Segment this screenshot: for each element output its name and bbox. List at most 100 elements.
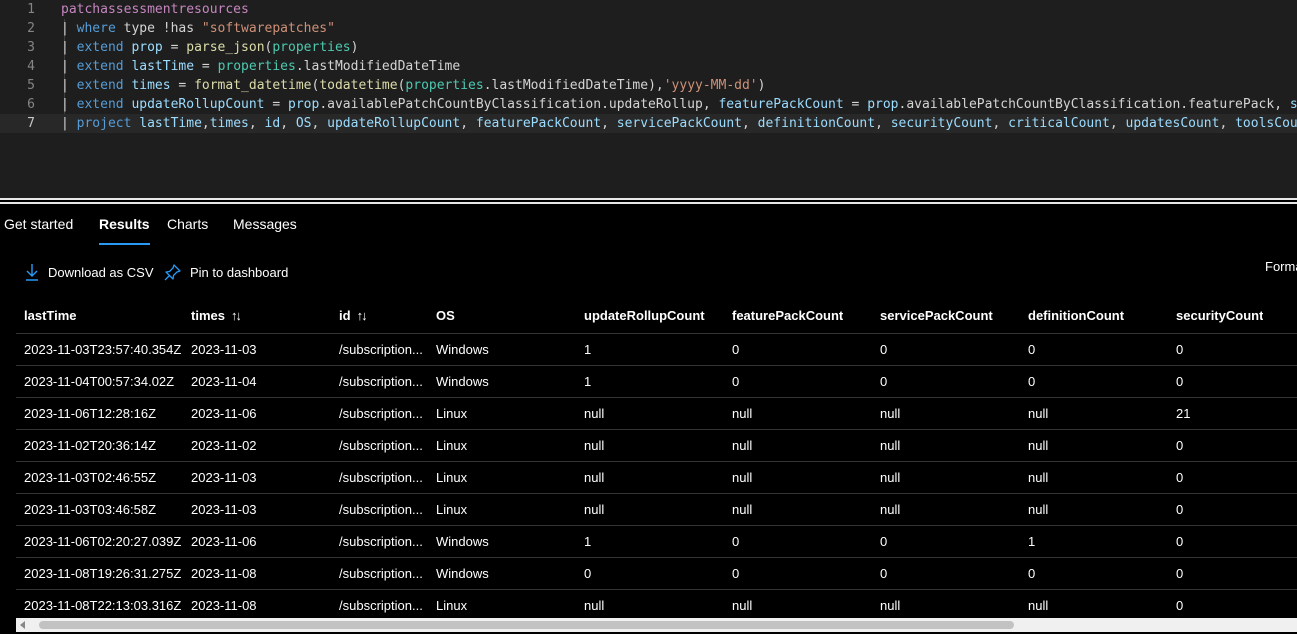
sort-icon[interactable]: ↑↓ [231, 308, 240, 323]
table-cell: 2023-11-03 [191, 342, 257, 357]
table-cell: null [880, 438, 901, 453]
table-cell: 1 [1028, 534, 1036, 549]
code-token: = [264, 97, 288, 112]
code-token: , [248, 116, 265, 131]
code-line[interactable]: 3 | extend prop = parse_json(properties) [0, 38, 1297, 57]
table-cell: 2023-11-06 [191, 534, 257, 549]
code-token: , [460, 116, 476, 131]
table-cell: null [584, 470, 605, 485]
code-token: updatesCount [1125, 116, 1220, 131]
table-cell: 2023-11-04 [191, 374, 257, 389]
code-line[interactable]: 4 | extend lastTime = properties.lastModi… [0, 57, 1297, 76]
table-cell: 2023-11-06T02:20:27.039Z [24, 534, 182, 549]
code-token: updateRollupCount [131, 97, 265, 112]
table-cell: 0 [1028, 342, 1036, 357]
code-token: | [61, 116, 77, 131]
table-row[interactable]: 2023-11-03T03:46:58Z 2023-11-03/subscript… [16, 494, 1297, 526]
table-header-row: lastTime times ↑↓ id ↑↓ OS updateRollupCount fe… [16, 298, 1297, 334]
table-row[interactable]: 2023-11-08T19:26:31.275Z 2023-11-08/subsc… [16, 558, 1297, 590]
sort-icon[interactable]: ↑↓ [357, 308, 366, 323]
table-cell: Windows [436, 374, 489, 389]
line-number: 2 [27, 21, 35, 36]
tab-messages[interactable]: Messages [233, 206, 297, 242]
column-header[interactable]: OS [436, 298, 455, 333]
code-token: updateRollupCount [327, 116, 461, 131]
column-header[interactable]: lastTime [24, 298, 77, 333]
column-header[interactable]: id ↑↓ [339, 298, 366, 333]
table-cell: Linux [436, 470, 468, 485]
column-header-label: updateRollupCount [584, 308, 705, 323]
table-cell: 2023-11-08 [191, 566, 257, 581]
code-line[interactable]: 5 | extend times = format_datetime(todate… [0, 76, 1297, 95]
tab-results[interactable]: Results [99, 206, 150, 245]
table-cell: Linux [436, 438, 468, 453]
code-token: format_datetime [194, 78, 312, 93]
download-csv-button[interactable]: Download as CSV [25, 258, 154, 286]
table-cell: 0 [1176, 502, 1184, 517]
table-cell: 0 [1176, 598, 1184, 613]
code-token: , [280, 116, 296, 131]
code-token: .lastModifiedDateTime [295, 59, 461, 74]
code-token: definitionCount [757, 116, 876, 131]
code-token: .availablePatchCountByClassification.upd… [319, 97, 719, 112]
table-cell: 0 [732, 374, 740, 389]
pane-splitter[interactable] [0, 198, 1297, 204]
table-row[interactable]: 2023-11-06T02:20:27.039Z 2023-11-06/subsc… [16, 526, 1297, 558]
results-toolbar: Download as CSV Pin to dashboard Forma [0, 258, 1297, 286]
code-token: | [61, 21, 77, 36]
column-header[interactable]: updateRollupCount [584, 298, 705, 333]
table-cell: /subscription... [339, 374, 423, 389]
column-header[interactable]: times ↑↓ [191, 298, 240, 333]
code-line[interactable]: 6 | extend updateRollupCount = prop.avail… [0, 95, 1297, 114]
code-line[interactable]: 7 | project lastTime,times, id, OS, updat… [0, 114, 1297, 133]
tab-charts[interactable]: Charts [167, 206, 208, 242]
line-number: 7 [27, 116, 35, 131]
column-header[interactable]: definitionCount [1028, 298, 1124, 333]
code-token: todatetime [319, 78, 398, 93]
code-line[interactable]: 1 patchassessmentresources [0, 0, 1297, 19]
code-token: toolsCount [1235, 116, 1297, 131]
table-cell: 2023-11-02 [191, 438, 257, 453]
column-header[interactable]: servicePackCount [880, 298, 993, 333]
results-table: lastTime times ↑↓ id ↑↓ OS updateRollupCount fe… [16, 298, 1297, 618]
table-row[interactable]: 2023-11-04T00:57:34.02Z 2023-11-04/subscr… [16, 366, 1297, 398]
pin-icon [164, 263, 181, 280]
scroll-left-arrow-icon[interactable] [20, 621, 25, 629]
code-line[interactable]: 2 | where type !has "softwarepatches" [0, 19, 1297, 38]
table-row[interactable]: 2023-11-02T20:36:14Z 2023-11-02/subscript… [16, 430, 1297, 462]
pin-to-dashboard-button[interactable]: Pin to dashboard [164, 258, 288, 286]
code-token: patchassessmentresources [61, 2, 249, 17]
code-token: prop [867, 97, 899, 112]
table-cell: 2023-11-02T20:36:14Z [24, 438, 157, 453]
code-token: OS [295, 116, 312, 131]
column-header[interactable]: featurePackCount [732, 298, 843, 333]
table-row[interactable]: 2023-11-08T22:13:03.316Z 2023-11-08/subsc… [16, 590, 1297, 618]
code-token: criticalCount [1008, 116, 1110, 131]
pin-to-dashboard-label: Pin to dashboard [190, 264, 289, 280]
table-cell: null [880, 598, 901, 613]
code-token: | [61, 59, 77, 74]
code-token: = [843, 97, 868, 112]
code-token: , [311, 116, 328, 131]
table-row[interactable]: 2023-11-06T12:28:16Z 2023-11-06/subscript… [16, 398, 1297, 430]
code-token: , [742, 116, 758, 131]
horizontal-scrollbar[interactable] [16, 618, 1297, 632]
code-text: patchassessmentresources [61, 0, 249, 19]
tab-get-started[interactable]: Get started [4, 206, 73, 242]
code-token: type !has [115, 21, 202, 36]
column-header[interactable]: securityCount [1176, 298, 1263, 333]
scrollbar-thumb[interactable] [39, 621, 1014, 629]
query-editor[interactable]: 1 patchassessmentresources 2 | where type !… [0, 0, 1297, 198]
table-cell: null [880, 470, 901, 485]
table-cell: null [1028, 470, 1049, 485]
code-text: | extend times = format_datetime(todatet… [61, 76, 765, 95]
table-row[interactable]: 2023-11-03T23:57:40.354Z 2023-11-03/subsc… [16, 334, 1297, 366]
table-row[interactable]: 2023-11-03T02:46:55Z 2023-11-03/subscript… [16, 462, 1297, 494]
format-button[interactable]: Forma [1265, 258, 1297, 276]
line-number: 6 [27, 97, 35, 112]
table-cell: null [732, 406, 753, 421]
code-token: | [61, 97, 77, 112]
download-csv-label: Download as CSV [48, 264, 154, 280]
code-token: lastTime [131, 59, 195, 74]
table-cell: /subscription... [339, 470, 423, 485]
